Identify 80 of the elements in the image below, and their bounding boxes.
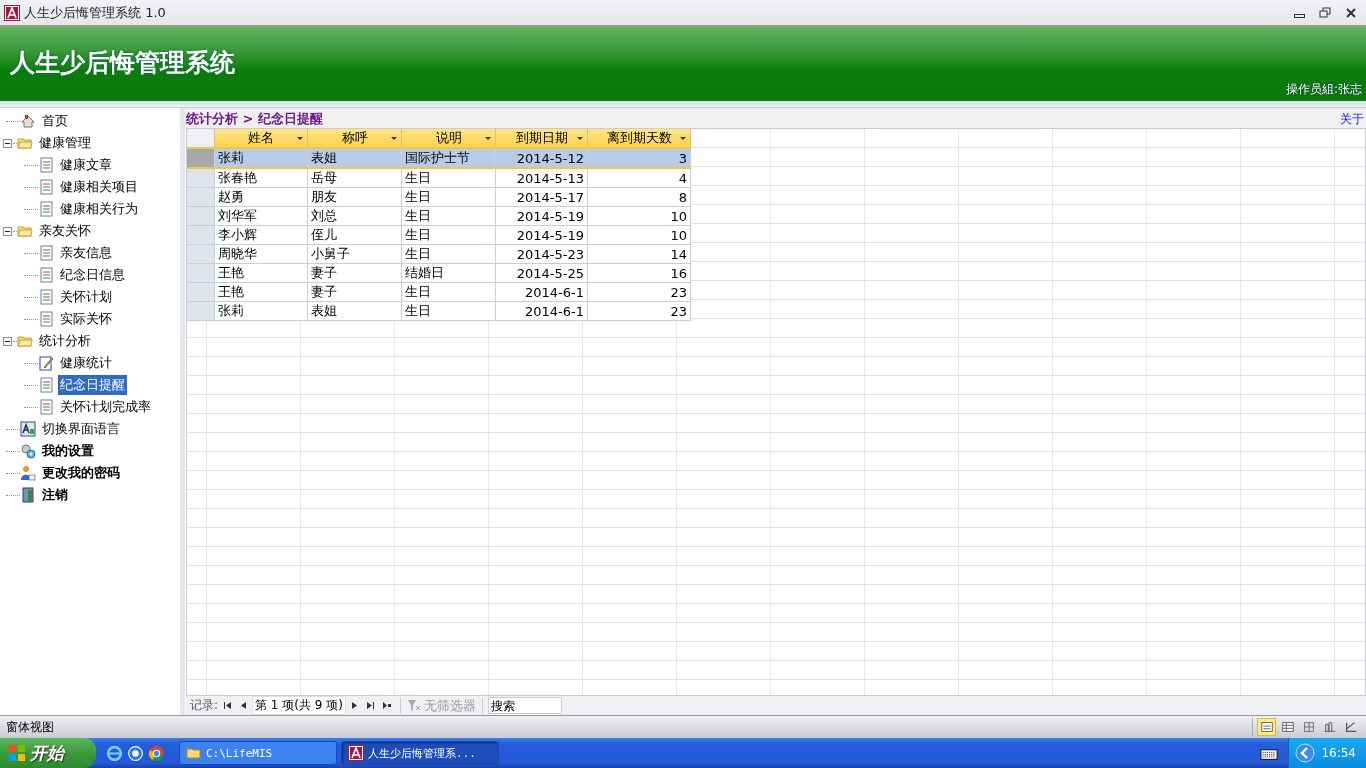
- tree-item[interactable]: 健康统计: [58, 353, 114, 373]
- house-icon: [20, 113, 36, 129]
- app-title: 人生少后悔管理系统: [10, 46, 235, 79]
- browser-icon[interactable]: [106, 744, 123, 762]
- record-position-field[interactable]: 第 1 项(共 9 项): [252, 696, 346, 715]
- document-icon: [38, 179, 54, 195]
- funnel-icon: [406, 699, 421, 712]
- minimize-icon: [1293, 13, 1305, 18]
- collapse-toggle[interactable]: [3, 336, 12, 346]
- tree-item[interactable]: 纪念日提醒: [58, 375, 127, 395]
- pencil-document-icon: [38, 355, 54, 371]
- status-text: 窗体视图: [6, 718, 54, 736]
- tree-item[interactable]: 健康文章: [58, 155, 114, 175]
- folder-icon: [17, 333, 33, 349]
- pivot-view-icon: [1301, 720, 1316, 734]
- table-cell: 表姐: [307, 148, 402, 168]
- user-key-icon: [20, 465, 36, 481]
- collapse-toggle[interactable]: [3, 226, 12, 236]
- record-label: 记录:: [190, 697, 219, 714]
- taskbar-button[interactable]: C:\LifeMIS: [179, 741, 337, 765]
- tree-item[interactable]: 健康相关行为: [58, 199, 140, 219]
- document-icon: [38, 201, 54, 217]
- close-icon: [1344, 6, 1358, 19]
- table-cell: 2014-5-12: [495, 148, 588, 168]
- app-logo-icon: [348, 745, 364, 761]
- document-icon: [38, 311, 54, 327]
- breadcrumb: 统计分析 > 纪念日提醒: [186, 110, 323, 128]
- door-icon: [20, 487, 36, 503]
- tree-item[interactable]: 纪念日信息: [58, 265, 127, 285]
- tree-item[interactable]: 首页: [40, 111, 70, 131]
- start-button[interactable]: 开始: [0, 738, 96, 768]
- datasheet-view-icon: [1280, 720, 1295, 734]
- gears-icon: [20, 443, 36, 459]
- table-cell: 3: [587, 148, 691, 168]
- table-cell: 张莉: [214, 148, 308, 168]
- taskbar-button[interactable]: 人生少后悔管理系...: [341, 741, 499, 765]
- keyboard-icon[interactable]: [1260, 746, 1279, 760]
- about-link[interactable]: 关于: [1340, 111, 1364, 128]
- document-icon: [38, 289, 54, 305]
- document-icon: [38, 267, 54, 283]
- tree-item[interactable]: 我的设置: [40, 441, 96, 461]
- window-title: 人生少后悔管理系统 1.0: [24, 3, 167, 22]
- font-icon: [20, 421, 36, 437]
- collapse-toggle[interactable]: [3, 138, 12, 148]
- new-record-icon: [382, 701, 392, 710]
- flag-logo-icon: [8, 744, 26, 762]
- form-view-icon: [1259, 720, 1274, 734]
- last-record-icon: [366, 701, 376, 710]
- tree-item[interactable]: 健康相关项目: [58, 177, 140, 197]
- restore-icon: [1318, 6, 1332, 19]
- clock: 16:54: [1321, 746, 1356, 760]
- expand-tray-icon[interactable]: [1295, 743, 1316, 763]
- chart-view-icon: [1322, 720, 1337, 734]
- tree-item[interactable]: 切换界面语言: [40, 419, 122, 439]
- tree-item[interactable]: 亲友关怀: [37, 221, 93, 241]
- tree-item[interactable]: 关怀计划完成率: [58, 397, 153, 417]
- design-view-icon: [1343, 720, 1358, 734]
- folder-icon: [17, 223, 33, 239]
- tree-item[interactable]: 更改我的密码: [40, 463, 122, 483]
- tree-item[interactable]: 注销: [40, 485, 70, 505]
- next-record-icon: [350, 701, 360, 710]
- tree-item[interactable]: 关怀计划: [58, 287, 114, 307]
- browser-icon[interactable]: [148, 744, 165, 762]
- tree-item[interactable]: 健康管理: [37, 133, 93, 153]
- folder-icon: [17, 135, 33, 151]
- first-record-icon: [222, 701, 232, 710]
- document-icon: [38, 245, 54, 261]
- document-icon: [38, 399, 54, 415]
- document-icon: [38, 377, 54, 393]
- view-button[interactable]: [1257, 718, 1276, 736]
- table-cell: 国际护士节: [401, 148, 496, 168]
- operator-label: 操作员組:张志: [1285, 81, 1362, 98]
- tree-item[interactable]: 亲友信息: [58, 243, 114, 263]
- app-logo-icon: [4, 4, 20, 21]
- folder-icon: [186, 745, 202, 761]
- document-icon: [38, 157, 54, 173]
- search-field[interactable]: 搜索: [487, 697, 562, 714]
- tree-item[interactable]: 统计分析: [37, 331, 93, 351]
- previous-record-icon: [238, 701, 248, 710]
- tree-item[interactable]: 实际关怀: [58, 309, 114, 329]
